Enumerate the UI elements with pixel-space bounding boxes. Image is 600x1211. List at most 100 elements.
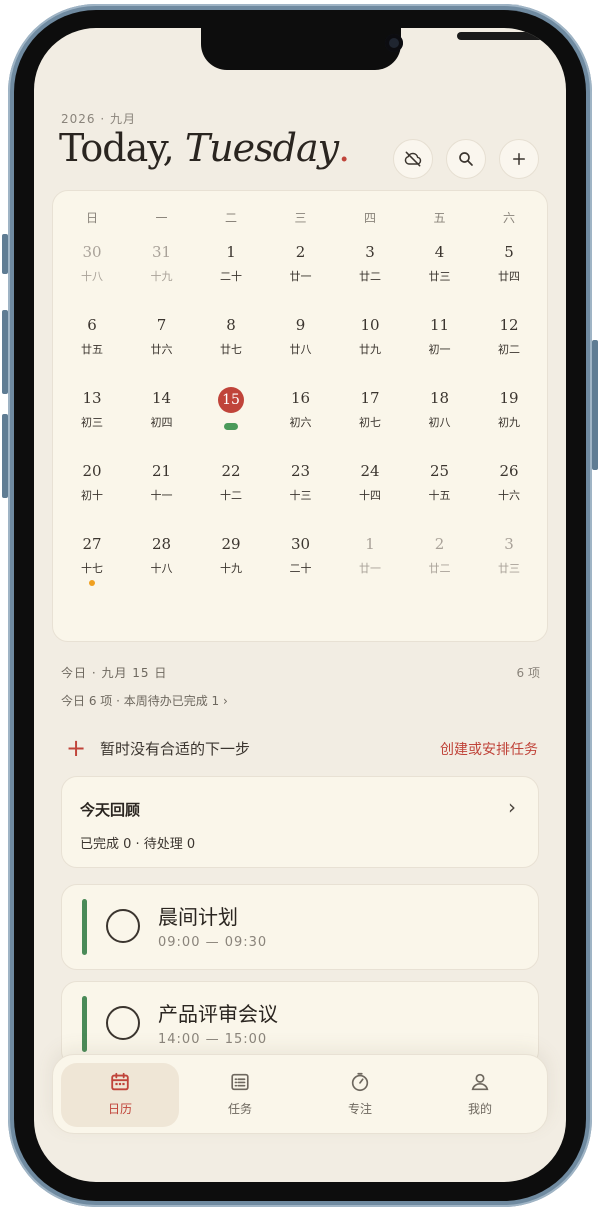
- bottom-tab-bar: 日历 任务 专注 我的: [52, 1054, 548, 1134]
- day-number: 8: [226, 316, 236, 334]
- speaker: [457, 32, 543, 40]
- calendar-day[interactable]: 10 廿九: [340, 314, 400, 374]
- task-time: 09:00 — 09:30: [158, 935, 268, 950]
- calendar-day[interactable]: 19 初九: [479, 387, 539, 447]
- day-number: 23: [290, 462, 311, 480]
- calendar-day-today[interactable]: 15: [201, 387, 261, 447]
- calendar-day[interactable]: 26 十六: [479, 460, 539, 520]
- notch: [201, 28, 543, 70]
- lunar-date: 廿四: [498, 270, 520, 283]
- calendar-day[interactable]: 21 十一: [132, 460, 192, 520]
- week-progress-link[interactable]: 今日 6 项 · 本周待办已完成 1 ›: [61, 692, 228, 709]
- calendar-day[interactable]: 8 廿七: [201, 314, 261, 374]
- daily-review-card[interactable]: 今天回顾 › 已完成 0 · 待处理 0: [61, 776, 539, 868]
- calendar-day[interactable]: 5 廿四: [479, 241, 539, 301]
- day-number: 30: [82, 243, 102, 261]
- lunar-date: 廿一: [359, 562, 381, 575]
- day-number: 31: [151, 243, 172, 261]
- calendar-day[interactable]: 30 二十: [271, 533, 331, 593]
- calendar-day[interactable]: 1 二十: [201, 241, 261, 301]
- calendar-day[interactable]: 18 初八: [410, 387, 470, 447]
- calendar-day[interactable]: 1 廿一: [340, 533, 400, 593]
- calendar-day[interactable]: 14 初四: [132, 387, 192, 447]
- calendar-day[interactable]: 28 十八: [132, 533, 192, 593]
- camera: [385, 34, 403, 52]
- add-button[interactable]: [499, 139, 539, 179]
- day-number: 27: [82, 535, 102, 553]
- calendar-day[interactable]: 11 初一: [410, 314, 470, 374]
- day-number: 19: [499, 389, 519, 407]
- day-number: 11: [429, 316, 450, 334]
- calendar-day[interactable]: 30 十八: [62, 241, 122, 301]
- day-number: 15: [218, 387, 244, 413]
- calendar-day[interactable]: 12 初二: [479, 314, 539, 374]
- calendar-day[interactable]: 31 十九: [132, 241, 192, 301]
- volume-down-button: [2, 414, 8, 498]
- lunar-date: 初十: [81, 489, 103, 502]
- calendar-day[interactable]: 17 初七: [340, 387, 400, 447]
- tab-calendar[interactable]: 日历: [61, 1063, 179, 1127]
- tab-tasks[interactable]: 任务: [181, 1063, 299, 1127]
- power-button: [592, 340, 598, 470]
- title-weekday: Tuesday: [184, 126, 339, 170]
- day-number: 1: [365, 535, 375, 553]
- calendar-day[interactable]: 6 廿五: [62, 314, 122, 374]
- lunar-date: 二十: [289, 562, 312, 575]
- person-icon: [471, 1073, 489, 1091]
- weekday-label: 四: [363, 211, 376, 225]
- calendar-day[interactable]: 13 初三: [62, 387, 122, 447]
- day-number: 29: [221, 535, 241, 553]
- calendar-day[interactable]: 3 廿三: [479, 533, 539, 593]
- calendar-day[interactable]: 27 十七: [62, 533, 122, 593]
- task-checkbox[interactable]: [106, 1006, 140, 1040]
- calendar-day[interactable]: 3 廿二: [340, 241, 400, 301]
- day-number: 10: [360, 316, 380, 334]
- task-checkbox[interactable]: [106, 909, 140, 943]
- calendar-day[interactable]: 29 十九: [201, 533, 261, 593]
- list-icon: [231, 1073, 249, 1091]
- day-number: 21: [151, 462, 172, 480]
- task-color-bar: [82, 996, 87, 1052]
- day-number: 5: [504, 243, 514, 261]
- search-button[interactable]: [446, 139, 486, 179]
- calendar-card: 日一二三四五六 30 十八 31 十九 1 二十 2 廿一 3 廿二 4 廿三 5 廿四 6 廿五 7 廿六 8 廿七…: [52, 190, 548, 642]
- tab-label: 任务: [227, 1102, 252, 1116]
- lunar-date: 初三: [81, 416, 103, 429]
- calendar-day[interactable]: 25 十五: [410, 460, 470, 520]
- day-number: 13: [82, 389, 102, 407]
- task-color-bar: [82, 899, 87, 955]
- lunar-date: 廿七: [220, 343, 242, 356]
- mute-switch: [2, 234, 8, 274]
- timer-icon: [351, 1072, 369, 1092]
- calendar-day[interactable]: 23 十三: [271, 460, 331, 520]
- calendar-day[interactable]: 24 十四: [340, 460, 400, 520]
- calendar-day[interactable]: 2 廿二: [410, 533, 470, 593]
- lunar-date: 十一: [150, 489, 173, 502]
- calendar-day[interactable]: 4 廿三: [410, 241, 470, 301]
- chevron-right-icon: ›: [508, 795, 516, 819]
- lunar-date: 二十: [220, 270, 242, 283]
- event-indicator: [89, 580, 95, 586]
- calendar-day[interactable]: 16 初六: [271, 387, 331, 447]
- cloud-off-icon: [404, 151, 422, 167]
- review-title: 今天回顾: [80, 801, 141, 819]
- task-name: 产品评审会议: [158, 1002, 278, 1026]
- calendar-day[interactable]: 9 廿八: [271, 314, 331, 374]
- task-card[interactable]: 晨间计划 09:00 — 09:30: [61, 884, 539, 970]
- sync-button[interactable]: [393, 139, 433, 179]
- calendar-day[interactable]: 20 初十: [62, 460, 122, 520]
- task-name: 晨间计划: [158, 905, 238, 929]
- tab-profile[interactable]: 我的: [421, 1063, 539, 1127]
- create-task-link[interactable]: 创建或安排任务: [440, 739, 538, 759]
- tab-label: 专注: [347, 1102, 372, 1116]
- tab-focus[interactable]: 专注: [301, 1063, 419, 1127]
- lunar-date: 廿六: [150, 343, 173, 356]
- lunar-date: 十九: [150, 270, 173, 283]
- day-number: 22: [221, 462, 241, 480]
- calendar-day[interactable]: 2 廿一: [271, 241, 331, 301]
- day-number: 20: [82, 462, 102, 480]
- calendar-day[interactable]: 7 廿六: [132, 314, 192, 374]
- calendar-day[interactable]: 22 十二: [201, 460, 261, 520]
- day-number: 2: [434, 535, 445, 553]
- lunar-date: 初七: [359, 416, 381, 429]
